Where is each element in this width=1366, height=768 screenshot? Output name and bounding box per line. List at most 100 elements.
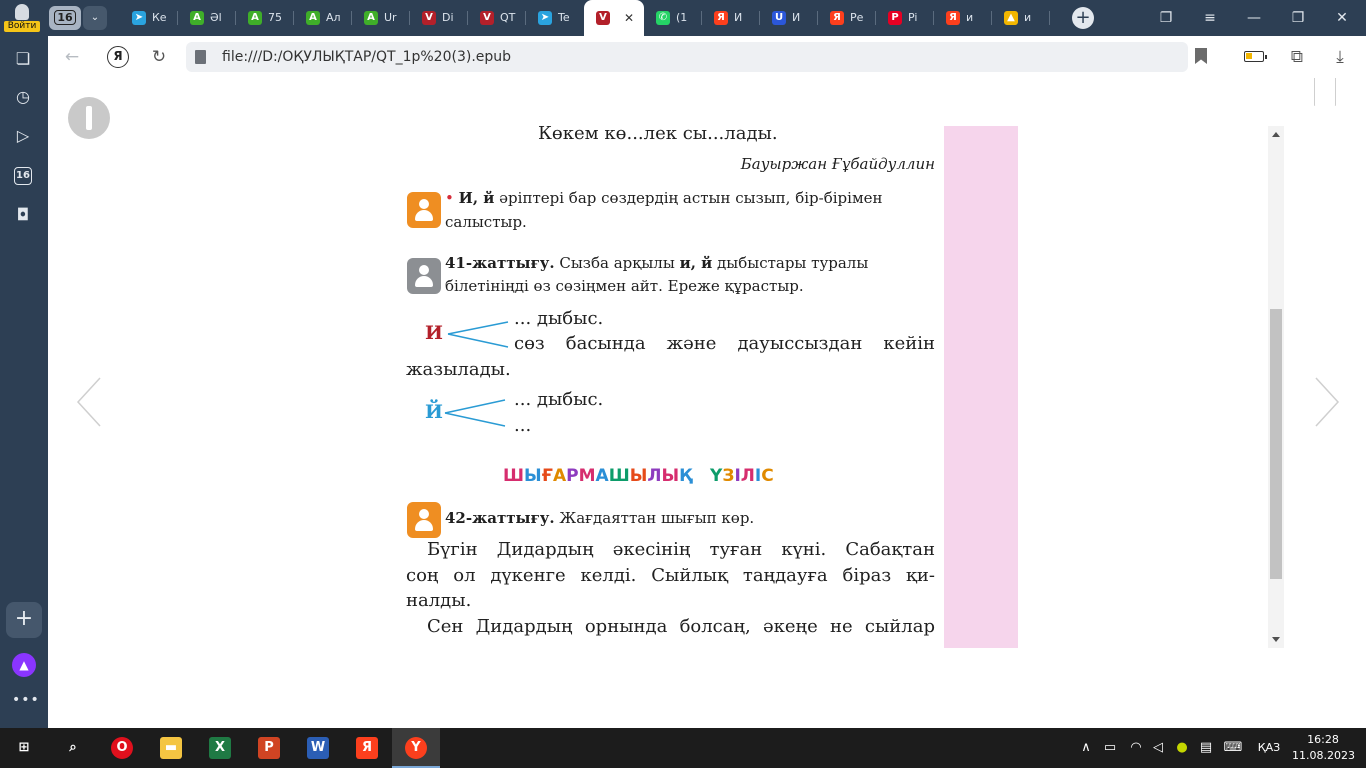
taskbar-start[interactable]: ⊞ <box>0 728 48 768</box>
banner-letter <box>692 466 710 486</box>
banner-letter: Ғ <box>541 466 553 486</box>
tab-16[interactable]: ▲ и <box>992 0 1050 36</box>
history-icon[interactable]: ◷ <box>12 86 34 108</box>
creative-break-banner: ШЫҒАРМАШЫЛЫҚ ҮЗІЛІС <box>503 466 774 486</box>
taskbar-yandex[interactable]: Я <box>343 728 391 768</box>
tab-label: (1 <box>676 11 688 24</box>
tabs-count-icon[interactable]: 16 <box>14 167 32 185</box>
yandex-icon: Я <box>356 737 378 759</box>
tab-4[interactable]: A Ал <box>294 0 352 36</box>
taskbar-yandex-browser[interactable]: Y <box>392 728 440 768</box>
tab-8[interactable]: ➤ Te <box>526 0 584 36</box>
add-panel-button[interactable]: + <box>6 602 42 638</box>
taskbar-excel[interactable]: X <box>196 728 244 768</box>
banner-letter: Ш <box>608 466 630 486</box>
taskbar-search[interactable]: ⌕ <box>49 728 97 768</box>
keyboard-icon[interactable]: ⌨ <box>1220 728 1246 768</box>
more-icon[interactable]: ••• <box>12 692 39 708</box>
taskbar-explorer[interactable]: ▬ <box>147 728 195 768</box>
y-line-2: ... <box>514 415 532 436</box>
battery-saver-icon[interactable] <box>1244 51 1267 62</box>
battery-icon[interactable]: ▭ <box>1100 728 1120 768</box>
tab-7[interactable]: V QT <box>468 0 526 36</box>
scroll-up-icon[interactable] <box>1272 132 1280 137</box>
letter-y: Й <box>425 401 443 423</box>
tab-13[interactable]: Я Ре <box>818 0 876 36</box>
scroll-down-icon[interactable] <box>1272 637 1280 642</box>
tab-14[interactable]: P Pi <box>876 0 934 36</box>
notes-icon[interactable]: ▤ <box>1196 728 1216 768</box>
file-icon <box>195 50 206 64</box>
tab-count: 16 <box>54 10 76 25</box>
clock-time: 16:28 <box>1307 733 1339 746</box>
yandex-icon: Я <box>830 11 844 25</box>
vpn-icon[interactable]: ● <box>1172 728 1192 768</box>
banner-letter: Л <box>647 466 662 486</box>
tab-2[interactable]: A Әl <box>178 0 236 36</box>
whatsapp-icon: ✆ <box>656 11 670 25</box>
close-tab-icon[interactable]: ✕ <box>624 0 634 36</box>
extensions-icon[interactable]: ⧉ <box>1285 45 1309 69</box>
telegram-icon: ➤ <box>132 11 146 25</box>
tray-expand-icon[interactable]: ∧ <box>1078 728 1094 768</box>
scroll-thumb[interactable] <box>1270 309 1282 579</box>
scheme-branch-i <box>447 321 509 348</box>
next-page-button[interactable] <box>1312 376 1340 428</box>
close-window-button[interactable]: ✕ <box>1320 0 1364 36</box>
bookmark-icon[interactable] <box>1195 48 1207 64</box>
address-bar[interactable]: file:///D:/ОҚУЛЫҚТАР/QT_1р%20(3).epub <box>186 42 1188 72</box>
blue-u-icon: U <box>772 11 786 25</box>
banner-letter: Ы <box>629 466 648 486</box>
letter-i: И <box>425 322 443 344</box>
tab-1[interactable]: ➤ Ке <box>120 0 178 36</box>
taskbar-opera[interactable]: O <box>98 728 146 768</box>
tab-15[interactable]: Яи <box>934 0 992 36</box>
tab-count-button[interactable]: 16 <box>49 6 81 30</box>
tab-11[interactable]: ЯИ <box>702 0 760 36</box>
new-tab-button[interactable]: + <box>1072 7 1094 29</box>
tab-3[interactable]: A 75 <box>236 0 294 36</box>
alice-icon[interactable]: ▲ <box>12 653 36 677</box>
taskbar-powerpoint[interactable]: P <box>245 728 293 768</box>
paragraph-1-line-2: соң ол дүкенге келді. Сыйлық таңдауға бі… <box>406 565 935 586</box>
tab-12[interactable]: UИ <box>760 0 818 36</box>
epub-reader: Көкем кө...лек сы...лады. Бауыржан Ғұбай… <box>48 78 1366 728</box>
collections-icon[interactable]: ❏ <box>12 48 34 70</box>
reload-icon[interactable]: ↻ <box>147 45 171 69</box>
clock[interactable]: 16:28 11.08.2023 <box>1292 732 1355 764</box>
taskbar-word[interactable]: W <box>294 728 342 768</box>
exercise-41-line-2: білетініңді өз сөзіңмен айт. Ереже құрас… <box>445 277 804 295</box>
pause-icon <box>86 106 92 130</box>
paragraph-2-line-1: Сен Дидардың орнында болсаң, әкеңе не сы… <box>427 616 935 637</box>
previous-page-button[interactable] <box>76 376 104 428</box>
play-icon[interactable]: ▷ <box>12 125 34 147</box>
tab-9[interactable]: V ✕ <box>584 0 644 36</box>
banner-letter: С <box>761 466 774 486</box>
yandex-icon[interactable]: Я <box>107 46 129 68</box>
tab-5[interactable]: A Ur <box>352 0 410 36</box>
minimize-button[interactable]: — <box>1232 0 1276 36</box>
chevron-down-icon[interactable]: ⌄ <box>83 6 107 30</box>
task-1-line-1: • И, й әріптері бар сөздердің астын сызы… <box>445 189 883 207</box>
tab-6[interactable]: V Di <box>410 0 468 36</box>
login-button[interactable]: Войти <box>0 0 44 36</box>
task-1-line-2: салыстыр. <box>445 213 527 231</box>
chevron-left-icon <box>76 377 101 427</box>
pause-button[interactable] <box>68 97 110 139</box>
menu-icon[interactable]: ≡ <box>1188 0 1232 36</box>
back-icon[interactable]: ← <box>60 45 84 69</box>
screenshot-icon[interactable]: ◘ <box>12 204 34 226</box>
tab-10[interactable]: ✆ (1 <box>644 0 702 36</box>
author: Бауыржан Ғұбайдуллин <box>740 155 935 173</box>
yandex-icon: Я <box>714 11 728 25</box>
language-indicator[interactable]: ҚАЗ <box>1252 728 1286 768</box>
download-icon[interactable]: ⤓ <box>1328 45 1352 69</box>
scrollbar[interactable] <box>1268 126 1284 648</box>
i-line-1: ... дыбыс. <box>514 308 604 329</box>
opera-icon: O <box>111 737 133 759</box>
banner-letter: Р <box>566 466 579 486</box>
wifi-icon[interactable]: ◠ <box>1126 728 1146 768</box>
restore-button[interactable]: ❐ <box>1276 0 1320 36</box>
collections-icon[interactable]: ❐ <box>1144 0 1188 36</box>
volume-icon[interactable]: ◁ <box>1148 728 1168 768</box>
